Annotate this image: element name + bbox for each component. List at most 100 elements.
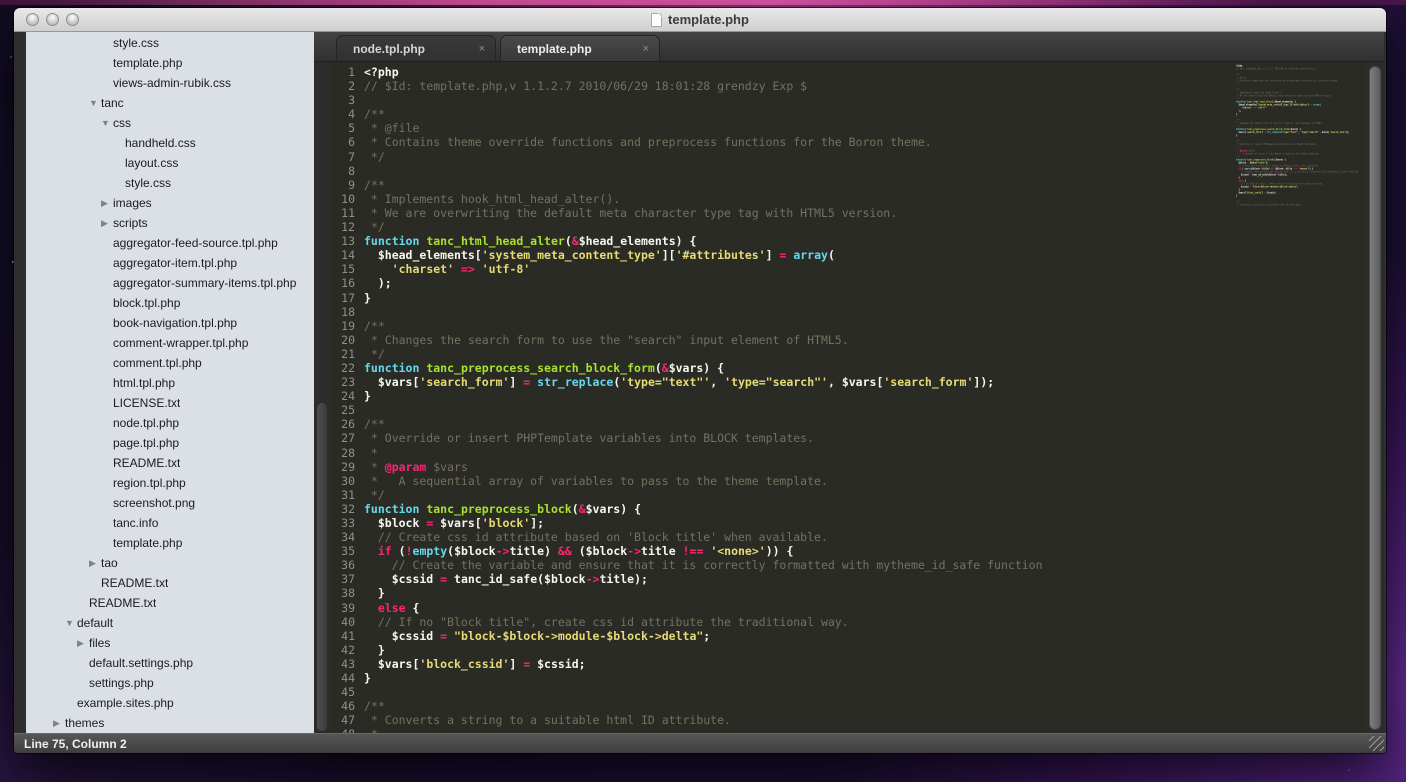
sidebar-item-node-tpl-php[interactable]: node.tpl.php	[26, 413, 314, 433]
disclosure-closed-icon[interactable]: ▶	[101, 198, 113, 209]
sidebar-item-readme-txt[interactable]: README.txt	[26, 593, 314, 613]
sidebar-item-aggregator-feed-source-tpl-php[interactable]: aggregator-feed-source.tpl.php	[26, 233, 314, 253]
tree-item-label: comment.tpl.php	[113, 356, 202, 370]
sidebar-item-views-admin-rubik-css[interactable]: views-admin-rubik.css	[26, 73, 314, 93]
code-editor[interactable]: 1<?php2// $Id: template.php,v 1.1.2.7 20…	[330, 62, 1366, 733]
code-text: * @param $vars	[364, 460, 468, 474]
sidebar-item-style-css[interactable]: style.css	[26, 173, 314, 193]
line-number: 22	[330, 361, 364, 375]
status-bar: Line 75, Column 2	[14, 733, 1386, 753]
sidebar-folder-themes[interactable]: ▶themes	[26, 713, 314, 733]
tree-item-label: README.txt	[101, 576, 168, 590]
sidebar-folder-tao[interactable]: ▶tao	[26, 553, 314, 573]
disclosure-closed-icon[interactable]: ▶	[101, 218, 113, 229]
line-number: 36	[330, 558, 364, 572]
tree-item-label: aggregator-item.tpl.php	[113, 256, 237, 270]
code-text: *	[1236, 206, 1238, 209]
sidebar-item-readme-txt[interactable]: README.txt	[26, 453, 314, 473]
sidebar-item-default-settings-php[interactable]: default.settings.php	[26, 653, 314, 673]
sidebar-item-template-php[interactable]: template.php	[26, 533, 314, 553]
sidebar-item-layout-css[interactable]: layout.css	[26, 153, 314, 173]
editor-scrollbar-thumb[interactable]	[1369, 66, 1381, 730]
editor-scrollbar-track[interactable]	[1366, 62, 1384, 733]
file-tree-sidebar[interactable]: style.csstemplate.phpviews-admin-rubik.c…	[26, 32, 314, 733]
code-text: $cssid = tanc_id_safe($block->title);	[1236, 173, 1287, 176]
sidebar-item-readme-txt[interactable]: README.txt	[26, 573, 314, 593]
sidebar-item-aggregator-summary-items-tpl-php[interactable]: aggregator-summary-items.tpl.php	[26, 273, 314, 293]
sidebar-item-example-sites-php[interactable]: example.sites.php	[26, 693, 314, 713]
sidebar-folder-images[interactable]: ▶images	[26, 193, 314, 213]
sidebar-item-tanc-info[interactable]: tanc.info	[26, 513, 314, 533]
line-number: 4	[330, 107, 364, 121]
tab-close-icon[interactable]: ×	[479, 43, 485, 55]
resize-grip[interactable]	[1369, 736, 1384, 751]
tree-item-label: settings.php	[89, 676, 154, 690]
sidebar-item-aggregator-item-tpl-php[interactable]: aggregator-item.tpl.php	[26, 253, 314, 273]
code-line-27: 27 * Override or insert PHPTemplate vari…	[330, 431, 1366, 445]
tab-close-icon[interactable]: ×	[643, 43, 649, 55]
sidebar-folder-css[interactable]: ▼css	[26, 113, 314, 133]
code-text: * Contains theme override functions and …	[1236, 79, 1338, 82]
code-text: }	[364, 586, 385, 600]
title-bar[interactable]: template.php	[14, 8, 1386, 32]
sidebar-folder-tanc[interactable]: ▼tanc	[26, 93, 314, 113]
sidebar-folder-scripts[interactable]: ▶scripts	[26, 213, 314, 233]
code-text: */	[364, 488, 385, 502]
tree-item-label: images	[113, 196, 152, 210]
tree-item-label: tanc.info	[113, 516, 158, 530]
sidebar-item-screenshot-png[interactable]: screenshot.png	[26, 493, 314, 513]
sidebar-item-region-tpl-php[interactable]: region.tpl.php	[26, 473, 314, 493]
line-number: 43	[330, 657, 364, 671]
code-text: function tanc_preprocess_search_block_fo…	[364, 361, 724, 375]
sidebar-folder-files[interactable]: ▶files	[26, 633, 314, 653]
tab-template-php[interactable]: template.php ×	[500, 35, 660, 61]
line-number: 19	[330, 319, 364, 333]
sidebar-scrollbar-track[interactable]	[314, 62, 330, 733]
sidebar-item-book-navigation-tpl-php[interactable]: book-navigation.tpl.php	[26, 313, 314, 333]
wallpaper-top-glow	[0, 0, 1406, 5]
disclosure-open-icon[interactable]: ▼	[101, 118, 113, 128]
disclosure-closed-icon[interactable]: ▶	[53, 718, 65, 729]
code-text	[364, 685, 371, 699]
code-line-48: 48 *	[1236, 206, 1364, 209]
sidebar-item-handheld-css[interactable]: handheld.css	[26, 133, 314, 153]
line-number: 12	[330, 220, 364, 234]
line-number: 16	[330, 276, 364, 290]
code-text: $vars['block_cssid'] = $cssid;	[364, 657, 586, 671]
sidebar-item-license-txt[interactable]: LICENSE.txt	[26, 393, 314, 413]
sidebar-item-comment-wrapper-tpl-php[interactable]: comment-wrapper.tpl.php	[26, 333, 314, 353]
sidebar-item-style-css[interactable]: style.css	[26, 33, 314, 53]
code-line-29: 29 * @param $vars	[330, 460, 1366, 474]
code-line-18: 18	[330, 305, 1366, 319]
disclosure-closed-icon[interactable]: ▶	[89, 558, 101, 569]
disclosure-open-icon[interactable]: ▼	[65, 618, 77, 628]
code-text: // $Id: template.php,v 1.1.2.7 2010/06/2…	[1236, 67, 1316, 70]
sidebar-item-comment-tpl-php[interactable]: comment.tpl.php	[26, 353, 314, 373]
code-line-34: 34 // Create css id attribute based on '…	[330, 530, 1366, 544]
disclosure-closed-icon[interactable]: ▶	[77, 638, 89, 649]
window-title: template.php	[668, 12, 749, 27]
tree-item-label: comment-wrapper.tpl.php	[113, 336, 248, 350]
sidebar-item-page-tpl-php[interactable]: page.tpl.php	[26, 433, 314, 453]
line-number: 47	[330, 713, 364, 727]
cursor-position-label: Line 75, Column 2	[24, 737, 127, 751]
tab-node-tpl-php[interactable]: node.tpl.php×	[336, 35, 496, 61]
line-number: 46	[330, 699, 364, 713]
code-text: $block = $vars['block'];	[364, 516, 544, 530]
tree-item-label: views-admin-rubik.css	[113, 76, 231, 90]
sidebar-folder-default[interactable]: ▼default	[26, 613, 314, 633]
line-number: 40	[330, 615, 364, 629]
sidebar-item-settings-php[interactable]: settings.php	[26, 673, 314, 693]
minimap[interactable]: 1<?php2// $Id: template.php,v 1.1.2.7 20…	[1236, 64, 1364, 232]
line-number: 27	[330, 431, 364, 445]
disclosure-open-icon[interactable]: ▼	[89, 98, 101, 108]
line-number: 30	[330, 474, 364, 488]
sidebar-item-block-tpl-php[interactable]: block.tpl.php	[26, 293, 314, 313]
code-lines: 1<?php2// $Id: template.php,v 1.1.2.7 20…	[1236, 64, 1364, 209]
tab-label: template.php	[517, 42, 592, 56]
sidebar-scrollbar-thumb[interactable]	[317, 403, 327, 731]
sidebar-item-html-tpl-php[interactable]: html.tpl.php	[26, 373, 314, 393]
code-text: */	[364, 220, 385, 234]
sidebar-item-template-php[interactable]: template.php	[26, 53, 314, 73]
code-line-46: 46/**	[330, 699, 1366, 713]
